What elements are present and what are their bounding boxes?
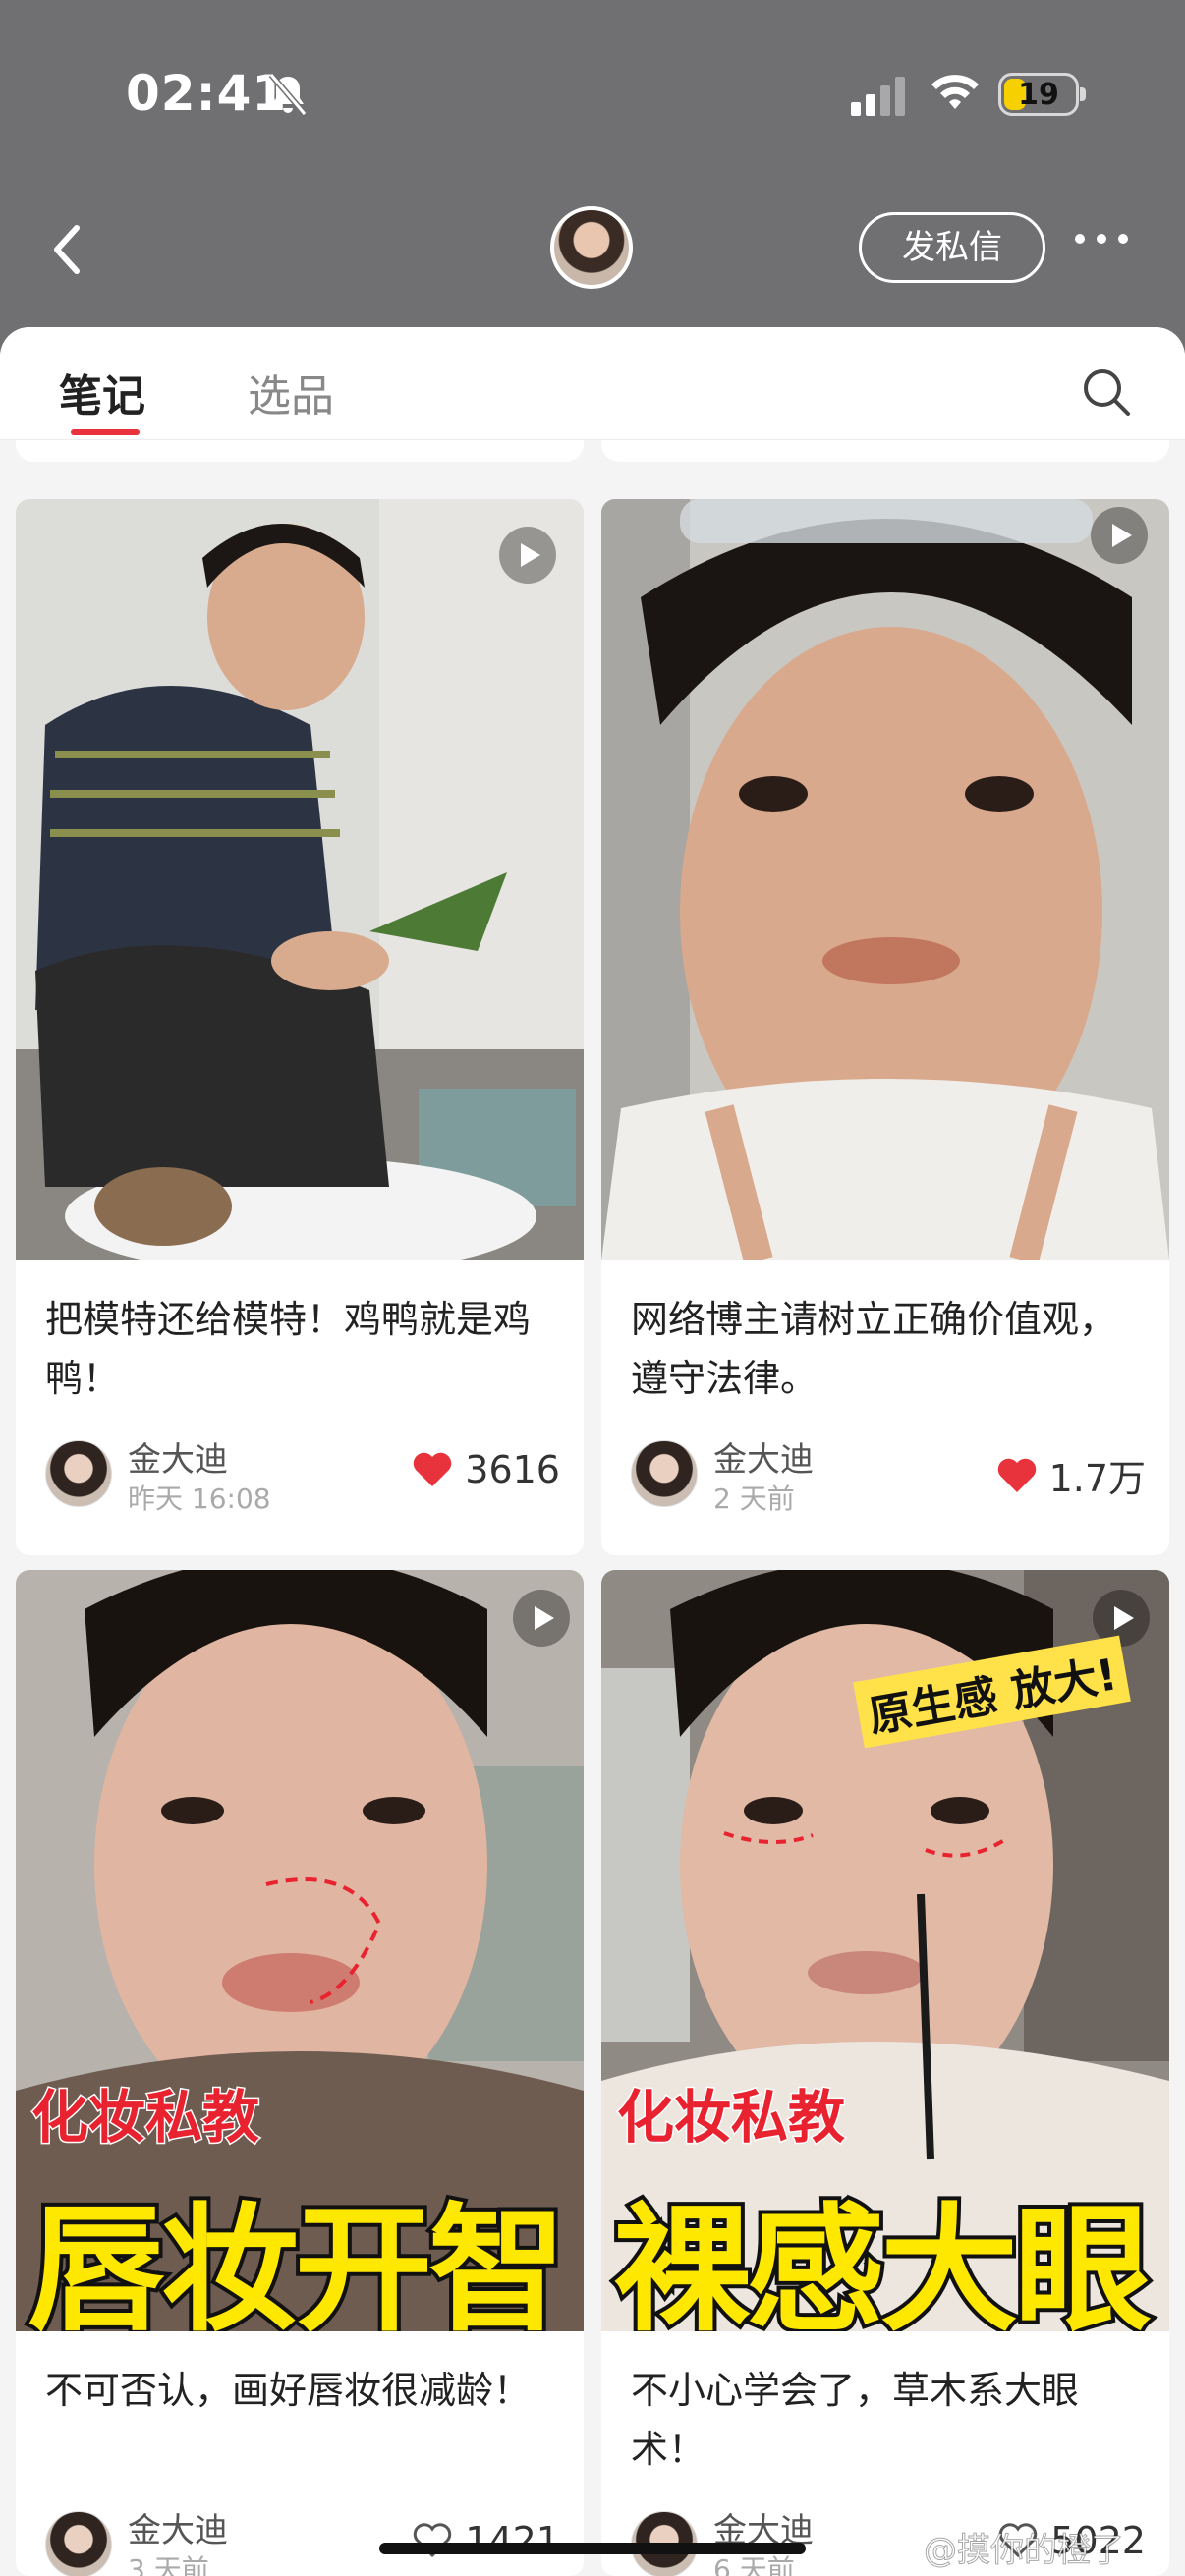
battery-level: 19: [1018, 78, 1059, 112]
note-time: 2 天前: [713, 1483, 795, 1515]
note-cover-image: 原生感 放大! 化妆私教 裸感大眼: [601, 1570, 1169, 2331]
status-time: 02:41: [126, 65, 288, 122]
ellipsis-icon[interactable]: [1075, 234, 1134, 253]
note-cover-image: [16, 499, 584, 1260]
cover-headline-text: 裸感大眼: [609, 2187, 1156, 2331]
like-button[interactable]: 1421: [412, 2519, 560, 2562]
status-bar: 02:41 19: [0, 0, 1185, 187]
author-avatar: [45, 2511, 112, 2576]
note-card[interactable]: 网络博主请树立正确价值观，遵守法律。 金大迪 2 天前 1.7万: [601, 499, 1169, 1555]
heart-filled-icon: [997, 1458, 1036, 1492]
video-play-icon: [1091, 507, 1148, 564]
cover-headline-text: 唇妆开智: [24, 2187, 570, 2331]
author-avatar: [631, 1440, 698, 1507]
note-card[interactable]: 化妆私教 唇妆开智 不可否认，画好唇妆很减龄！ 金大迪 3 天前 1421: [16, 1570, 584, 2576]
like-button[interactable]: 3616: [412, 1448, 560, 1491]
note-author-row: 金大迪 昨天 16:08 3616: [45, 1432, 560, 1515]
cover-tag-text: 化妆私教: [615, 2083, 846, 2153]
watermark-text: @摸你的橙了: [924, 2531, 1125, 2571]
note-cover-image: 化妆私教 唇妆开智: [16, 1570, 584, 2331]
video-play-icon: [499, 527, 556, 584]
like-count: 1421: [465, 2519, 560, 2562]
bell-off-icon: [268, 73, 308, 116]
active-tab-indicator: [71, 429, 140, 435]
author-avatar: [45, 1440, 112, 1507]
note-card[interactable]: 原生感 放大! 化妆私教 裸感大眼 不小心学会了，草木系大眼术！ 金大迪 6 天…: [601, 1570, 1169, 2576]
author-name: 金大迪: [128, 2511, 228, 2550]
note-time: 昨天 16:08: [128, 1483, 271, 1515]
tab-products[interactable]: 选品: [248, 361, 334, 423]
battery-icon: 19: [998, 73, 1086, 116]
send-message-button[interactable]: 发私信: [859, 212, 1045, 283]
note-card[interactable]: 把模特还给模特！鸡鸭就是鸡鸭！ 金大迪 昨天 16:08 3616: [16, 499, 584, 1555]
author-name: 金大迪: [128, 1440, 228, 1480]
note-author-row: 金大迪 3 天前 1421: [45, 2503, 560, 2576]
cellular-icon: [851, 77, 905, 116]
heart-filled-icon: [414, 1452, 452, 1486]
chevron-left-icon[interactable]: [43, 220, 92, 279]
previous-card-bottom: [601, 440, 1169, 462]
note-title: 把模特还给模特！鸡鸭就是鸡鸭！: [45, 1298, 532, 1400]
note-cover-image: [601, 499, 1169, 1260]
like-count: 1.7万: [1048, 1457, 1146, 1500]
like-count: 3616: [465, 1448, 560, 1491]
home-indicator[interactable]: [379, 2543, 806, 2554]
note-time: 3 天前: [128, 2553, 209, 2576]
note-title: 网络博主请树立正确价值观，遵守法律。: [631, 1298, 1117, 1400]
tab-notes[interactable]: 笔记: [59, 361, 145, 423]
video-play-icon: [513, 1590, 570, 1647]
cover-tag-text: 化妆私教: [29, 2083, 260, 2153]
previous-card-bottom: [16, 440, 584, 462]
note-title: 不可否认，画好唇妆很减龄！: [45, 2369, 532, 2412]
note-author-row: 金大迪 2 天前 1.7万: [631, 1432, 1146, 1515]
author-name: 金大迪: [713, 1440, 814, 1480]
note-title: 不小心学会了，草木系大眼术！: [631, 2369, 1080, 2471]
tab-bar: 笔记 选品: [0, 327, 1185, 440]
wifi-icon: [931, 75, 979, 109]
profile-nav-bar: 发私信: [0, 187, 1185, 314]
search-icon[interactable]: [1081, 366, 1132, 418]
like-button[interactable]: 1.7万: [996, 1448, 1146, 1502]
avatar[interactable]: [550, 206, 633, 289]
